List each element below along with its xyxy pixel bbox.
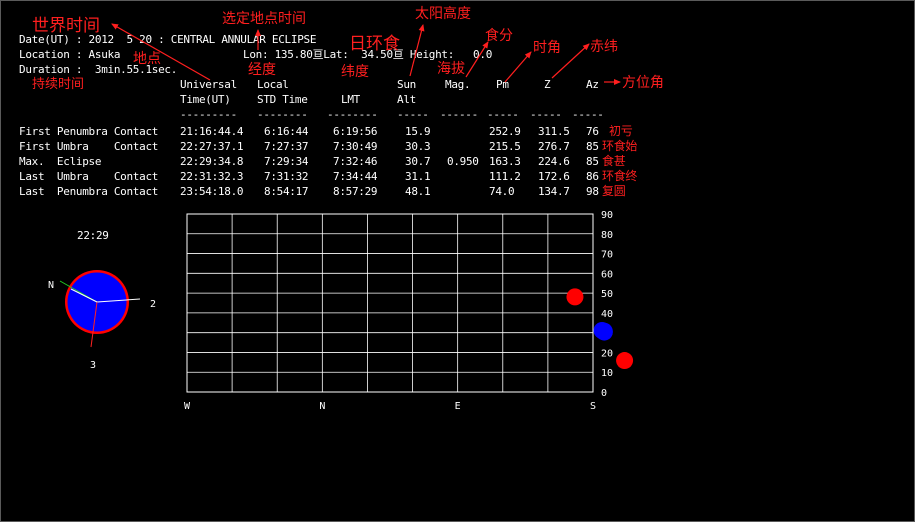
y-tick-label: 90 <box>601 210 613 221</box>
y-tick-label: 60 <box>601 269 613 280</box>
x-tick-label: S <box>590 401 596 412</box>
sun-position-point <box>616 352 634 370</box>
y-tick-label: 20 <box>601 348 613 359</box>
y-tick-label: 40 <box>601 309 613 320</box>
y-tick-label: 80 <box>601 230 613 241</box>
y-tick-label: 10 <box>601 368 613 379</box>
y-tick-label: 50 <box>601 289 613 300</box>
sun-position-point <box>566 288 584 306</box>
x-tick-label: E <box>455 401 461 412</box>
sun-position-point <box>593 321 611 339</box>
y-tick-label: 70 <box>601 250 613 261</box>
x-tick-label: N <box>319 401 325 412</box>
x-tick-label: W <box>184 401 191 412</box>
y-tick-label: 0 <box>601 388 607 399</box>
sun-altitude-chart: 0102030405060708090WNES <box>184 210 634 412</box>
plot-frame <box>186 213 594 393</box>
